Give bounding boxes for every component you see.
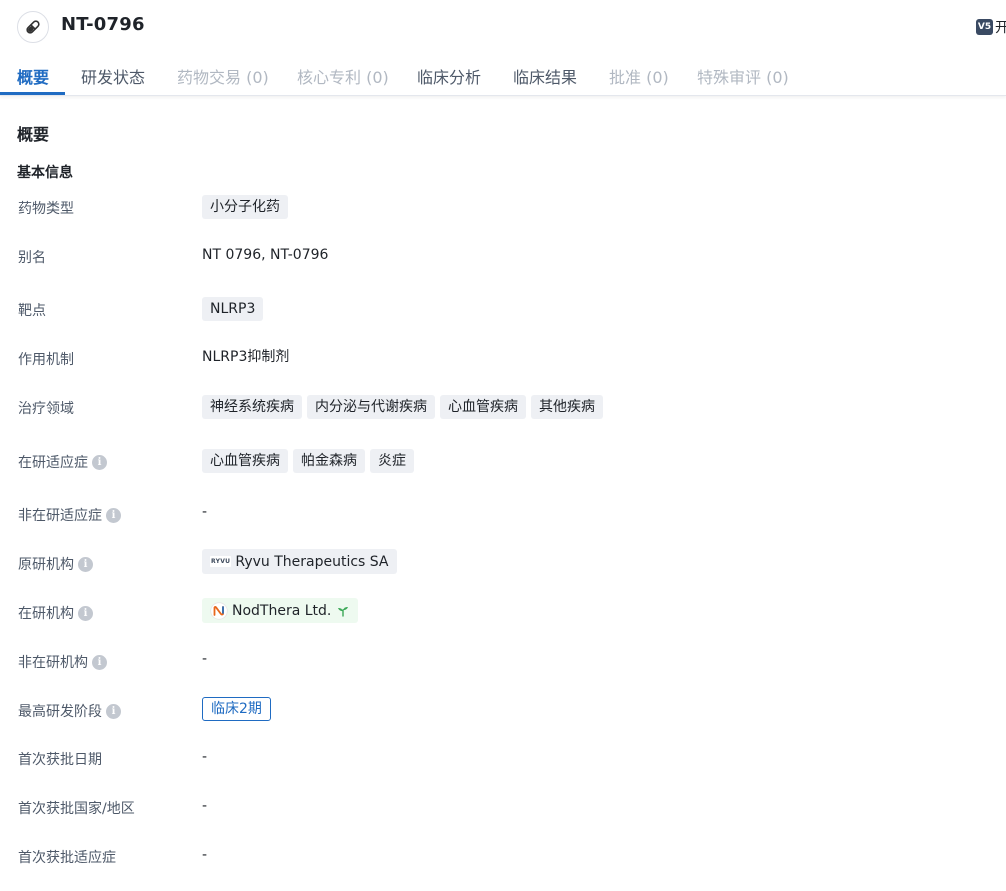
therapeutic-area-label: 治疗领域 xyxy=(18,401,74,417)
originator-label: 原研机构 i xyxy=(18,554,93,574)
inactive-org-value: - xyxy=(202,651,208,667)
highest-phase-value: 临床2期 xyxy=(202,697,271,721)
active-indication-label: 在研适应症 i xyxy=(18,452,107,472)
tab-drug-deals[interactable]: 药物交易 (0) xyxy=(177,64,269,88)
inactive-indication-label-text: 非在研适应症 xyxy=(18,508,102,524)
drug-type-label: 药物类型 xyxy=(18,201,74,217)
page-title: NT-0796 xyxy=(61,14,145,35)
originator-org-tag[interactable]: RYVU Ryvu Therapeutics SA xyxy=(202,549,397,574)
header-bar: NT-0796 V5 开 xyxy=(0,0,1006,56)
basic-info-title: 基本信息 xyxy=(17,165,73,181)
ryvu-logo: RYVU xyxy=(210,556,232,567)
info-icon[interactable]: i xyxy=(106,703,121,719)
tab-rd-status[interactable]: 研发状态 xyxy=(81,64,145,88)
inactive-org-label-text: 非在研机构 xyxy=(18,655,88,671)
therapeutic-area-value: 神经系统疾病 内分泌与代谢疾病 心血管疾病 其他疾病 xyxy=(202,395,608,419)
first-approval-indication-value: - xyxy=(202,847,208,863)
therapeutic-area-tag[interactable]: 内分泌与代谢疾病 xyxy=(307,395,435,419)
indication-tag[interactable]: 心血管疾病 xyxy=(202,449,288,473)
originator-label-text: 原研机构 xyxy=(18,557,74,573)
mechanism-value[interactable]: NLRP3抑制剂 xyxy=(202,346,289,366)
info-icon[interactable]: i xyxy=(92,654,107,670)
target-value: NLRP3 xyxy=(202,297,268,321)
active-org-tag[interactable]: NodThera Ltd. xyxy=(202,598,359,623)
target-tag[interactable]: NLRP3 xyxy=(202,297,264,321)
section-title: 概要 xyxy=(17,125,50,144)
active-indication-label-text: 在研适应症 xyxy=(18,455,88,471)
therapeutic-area-tag[interactable]: 其他疾病 xyxy=(531,395,603,419)
first-approval-indication-label: 首次获批适应症 xyxy=(18,850,116,866)
info-icon[interactable]: i xyxy=(78,556,93,572)
active-tab-indicator xyxy=(0,92,65,95)
nodthera-logo xyxy=(210,601,228,620)
inactive-org-label: 非在研机构 i xyxy=(18,652,107,672)
mechanism-label: 作用机制 xyxy=(18,352,74,368)
ai-toggle-label[interactable]: 开 xyxy=(995,17,1006,37)
alias-label: 别名 xyxy=(18,250,46,266)
originator-org-name: Ryvu Therapeutics SA xyxy=(235,553,389,570)
tab-special-review[interactable]: 特殊审评 (0) xyxy=(697,64,789,88)
inactive-indication-label: 非在研适应症 i xyxy=(18,505,121,525)
info-icon[interactable]: i xyxy=(92,454,107,470)
drug-type-value: 小分子化药 xyxy=(202,195,293,219)
ai-badge[interactable]: V5 xyxy=(976,19,993,35)
therapeutic-area-tag[interactable]: 心血管疾病 xyxy=(440,395,526,419)
first-approval-date-value: - xyxy=(202,749,208,765)
tab-bar: 概要 研发状态 药物交易 (0) 核心专利 (0) 临床分析 临床结果 批准 (… xyxy=(0,56,1006,96)
alias-value: NT 0796, NT-0796 xyxy=(202,247,329,263)
pill-icon xyxy=(17,11,49,43)
therapeutic-area-tag[interactable]: 神经系统疾病 xyxy=(202,395,302,419)
first-approval-country-label: 首次获批国家/地区 xyxy=(18,801,135,817)
first-approval-date-label: 首次获批日期 xyxy=(18,752,102,768)
highest-phase-label-text: 最高研发阶段 xyxy=(18,704,102,720)
active-org-value: NodThera Ltd. xyxy=(202,598,359,623)
inactive-indication-value: - xyxy=(202,504,208,520)
sprout-icon xyxy=(336,605,350,617)
active-org-label: 在研机构 i xyxy=(18,603,93,623)
info-icon[interactable]: i xyxy=(78,605,93,621)
originator-value: RYVU Ryvu Therapeutics SA xyxy=(202,549,397,574)
indication-tag[interactable]: 炎症 xyxy=(370,449,414,473)
highest-phase-label: 最高研发阶段 i xyxy=(18,701,121,721)
active-org-label-text: 在研机构 xyxy=(18,606,74,622)
phase-badge[interactable]: 临床2期 xyxy=(202,697,271,721)
drug-type-tag[interactable]: 小分子化药 xyxy=(202,195,288,219)
active-org-name: NodThera Ltd. xyxy=(232,602,332,619)
active-indication-value: 心血管疾病 帕金森病 炎症 xyxy=(202,449,419,473)
tab-approvals[interactable]: 批准 (0) xyxy=(609,64,669,88)
tab-overview[interactable]: 概要 xyxy=(17,64,49,88)
tab-core-patents[interactable]: 核心专利 (0) xyxy=(297,64,389,88)
indication-tag[interactable]: 帕金森病 xyxy=(293,449,365,473)
target-label: 靶点 xyxy=(18,303,46,319)
tab-clinical-results[interactable]: 临床结果 xyxy=(513,64,577,88)
tab-clinical-analysis[interactable]: 临床分析 xyxy=(417,64,481,88)
first-approval-country-value: - xyxy=(202,798,208,814)
info-icon[interactable]: i xyxy=(106,507,121,523)
